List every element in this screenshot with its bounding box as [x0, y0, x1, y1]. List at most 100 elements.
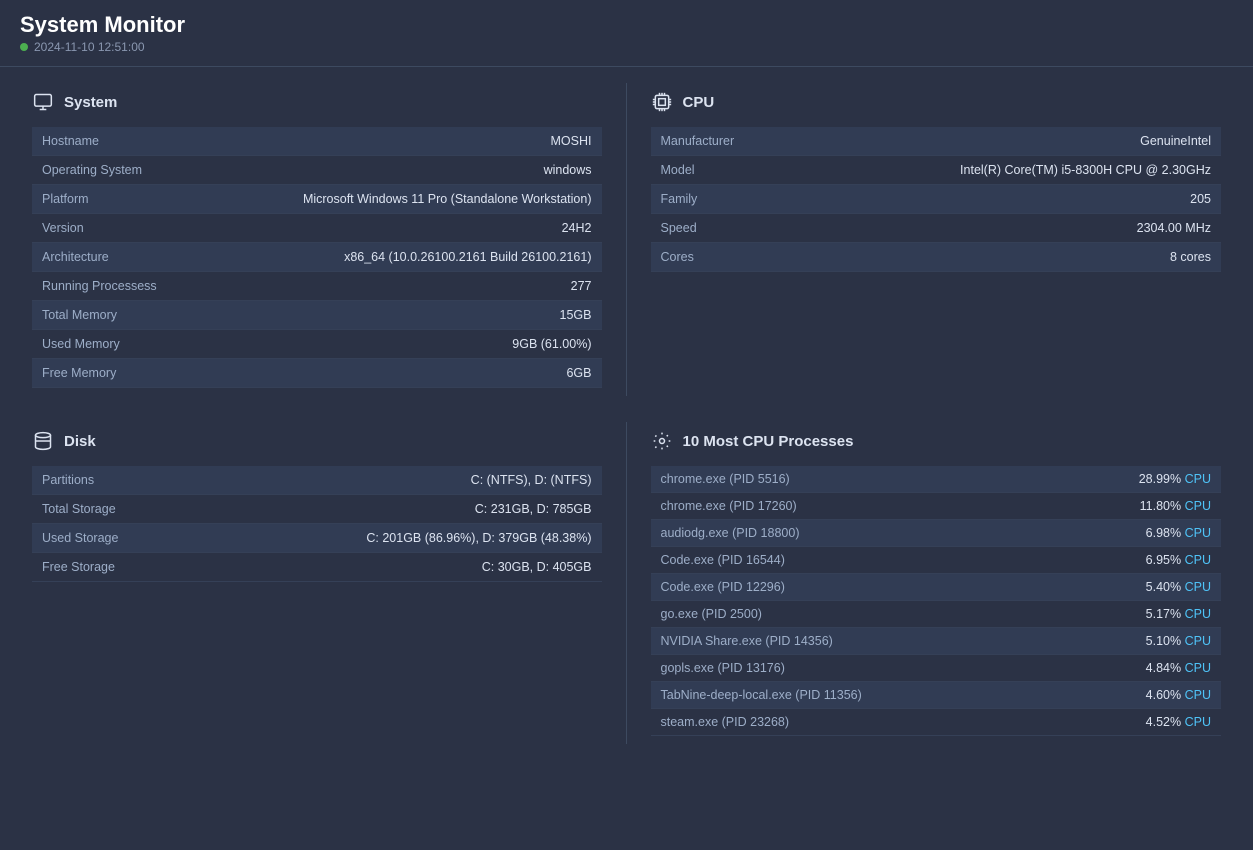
status-dot	[20, 43, 28, 51]
process-value: 4.84% CPU	[1146, 661, 1211, 675]
system-row-value: windows	[544, 163, 592, 177]
cpu-info-row: Model Intel(R) Core(TM) i5-8300H CPU @ 2…	[651, 156, 1222, 185]
disk-info-row: Free Storage C: 30GB, D: 405GB	[32, 553, 602, 582]
disk-info-row: Partitions C: (NTFS), D: (NTFS)	[32, 466, 602, 495]
bottom-grid: Disk Partitions C: (NTFS), D: (NTFS) Tot…	[0, 412, 1253, 760]
cpu-processes-label: 10 Most CPU Processes	[683, 433, 854, 450]
system-row-label: Used Memory	[42, 337, 120, 351]
process-name: NVIDIA Share.exe (PID 14356)	[661, 634, 833, 648]
system-row-value: Microsoft Windows 11 Pro (Standalone Wor…	[303, 192, 592, 206]
system-icon	[32, 91, 54, 113]
processes-icon	[651, 430, 673, 452]
process-name: steam.exe (PID 23268)	[661, 715, 790, 729]
cpu-row-value: 205	[1190, 192, 1211, 206]
cpu-info-table: Manufacturer GenuineIntel Model Intel(R)…	[651, 127, 1222, 272]
system-info-row: Free Memory 6GB	[32, 359, 602, 388]
system-panel-header: System	[32, 91, 602, 113]
cpu-row-value: 8 cores	[1170, 250, 1211, 264]
process-row: audiodg.exe (PID 18800) 6.98% CPU	[651, 520, 1222, 547]
disk-icon	[32, 430, 54, 452]
process-value: 6.98% CPU	[1146, 526, 1211, 540]
disk-info-row: Total Storage C: 231GB, D: 785GB	[32, 495, 602, 524]
cpu-info-row: Cores 8 cores	[651, 243, 1222, 272]
process-value: 28.99% CPU	[1139, 472, 1211, 486]
process-value: 4.60% CPU	[1146, 688, 1211, 702]
disk-row-label: Total Storage	[42, 502, 116, 516]
disk-section-label: Disk	[64, 433, 96, 450]
disk-panel-header: Disk	[32, 430, 602, 452]
disk-row-value: C: 231GB, D: 785GB	[475, 502, 592, 516]
cpu-row-value: GenuineIntel	[1140, 134, 1211, 148]
process-row: Code.exe (PID 16544) 6.95% CPU	[651, 547, 1222, 574]
process-row: NVIDIA Share.exe (PID 14356) 5.10% CPU	[651, 628, 1222, 655]
system-row-label: Platform	[42, 192, 89, 206]
process-row: steam.exe (PID 23268) 4.52% CPU	[651, 709, 1222, 736]
process-name: gopls.exe (PID 13176)	[661, 661, 785, 675]
process-name: go.exe (PID 2500)	[661, 607, 762, 621]
process-value: 5.17% CPU	[1146, 607, 1211, 621]
cpu-processes-table: chrome.exe (PID 5516) 28.99% CPU chrome.…	[651, 466, 1222, 736]
process-row: gopls.exe (PID 13176) 4.84% CPU	[651, 655, 1222, 682]
system-row-value: 9GB (61.00%)	[512, 337, 591, 351]
cpu-processes-header: 10 Most CPU Processes	[651, 430, 1222, 452]
disk-row-label: Partitions	[42, 473, 94, 487]
process-row: chrome.exe (PID 5516) 28.99% CPU	[651, 466, 1222, 493]
cpu-processes-panel: 10 Most CPU Processes chrome.exe (PID 55…	[627, 422, 1234, 744]
timestamp-text: 2024-11-10 12:51:00	[34, 40, 145, 54]
process-name: Code.exe (PID 16544)	[661, 553, 785, 567]
process-value: 4.52% CPU	[1146, 715, 1211, 729]
system-info-row: Hostname MOSHI	[32, 127, 602, 156]
cpu-row-label: Manufacturer	[661, 134, 735, 148]
cpu-row-label: Cores	[661, 250, 694, 264]
process-row: Code.exe (PID 12296) 5.40% CPU	[651, 574, 1222, 601]
system-row-label: Free Memory	[42, 366, 116, 380]
system-info-row: Platform Microsoft Windows 11 Pro (Stand…	[32, 185, 602, 214]
cpu-row-label: Family	[661, 192, 698, 206]
system-row-label: Architecture	[42, 250, 109, 264]
disk-row-label: Free Storage	[42, 560, 115, 574]
system-row-value: 6GB	[566, 366, 591, 380]
process-name: Code.exe (PID 12296)	[661, 580, 785, 594]
cpu-row-label: Model	[661, 163, 695, 177]
top-grid: System Hostname MOSHI Operating System w…	[0, 67, 1253, 412]
system-info-row: Version 24H2	[32, 214, 602, 243]
cpu-info-row: Family 205	[651, 185, 1222, 214]
system-row-label: Version	[42, 221, 84, 235]
process-row: chrome.exe (PID 17260) 11.80% CPU	[651, 493, 1222, 520]
system-info-row: Architecture x86_64 (10.0.26100.2161 Bui…	[32, 243, 602, 272]
app-timestamp: 2024-11-10 12:51:00	[20, 40, 1233, 54]
cpu-panel: CPU Manufacturer GenuineIntel Model Inte…	[627, 83, 1234, 396]
system-info-row: Running Processess 277	[32, 272, 602, 301]
cpu-section-label: CPU	[683, 94, 715, 111]
app-title: System Monitor	[20, 12, 1233, 38]
disk-row-value: C: 201GB (86.96%), D: 379GB (48.38%)	[366, 531, 591, 545]
system-row-value: MOSHI	[551, 134, 592, 148]
system-row-label: Total Memory	[42, 308, 117, 322]
cpu-row-value: Intel(R) Core(TM) i5-8300H CPU @ 2.30GHz	[960, 163, 1211, 177]
process-value: 5.10% CPU	[1146, 634, 1211, 648]
system-row-value: 24H2	[562, 221, 592, 235]
disk-info-row: Used Storage C: 201GB (86.96%), D: 379GB…	[32, 524, 602, 553]
system-panel: System Hostname MOSHI Operating System w…	[20, 83, 627, 396]
cpu-icon	[651, 91, 673, 113]
process-value: 11.80% CPU	[1140, 499, 1211, 513]
system-info-row: Used Memory 9GB (61.00%)	[32, 330, 602, 359]
process-name: chrome.exe (PID 5516)	[661, 472, 790, 486]
cpu-info-row: Manufacturer GenuineIntel	[651, 127, 1222, 156]
system-info-row: Operating System windows	[32, 156, 602, 185]
cpu-panel-header: CPU	[651, 91, 1222, 113]
system-row-value: 15GB	[560, 308, 592, 322]
process-name: TabNine-deep-local.exe (PID 11356)	[661, 688, 862, 702]
system-row-label: Running Processess	[42, 279, 157, 293]
system-row-label: Hostname	[42, 134, 99, 148]
disk-row-value: C: (NTFS), D: (NTFS)	[471, 473, 592, 487]
disk-row-value: C: 30GB, D: 405GB	[482, 560, 592, 574]
disk-info-table: Partitions C: (NTFS), D: (NTFS) Total St…	[32, 466, 602, 582]
cpu-row-label: Speed	[661, 221, 697, 235]
system-section-label: System	[64, 94, 117, 111]
app-header: System Monitor 2024-11-10 12:51:00	[0, 0, 1253, 60]
cpu-row-value: 2304.00 MHz	[1137, 221, 1211, 235]
cpu-info-row: Speed 2304.00 MHz	[651, 214, 1222, 243]
process-value: 6.95% CPU	[1146, 553, 1211, 567]
system-info-row: Total Memory 15GB	[32, 301, 602, 330]
